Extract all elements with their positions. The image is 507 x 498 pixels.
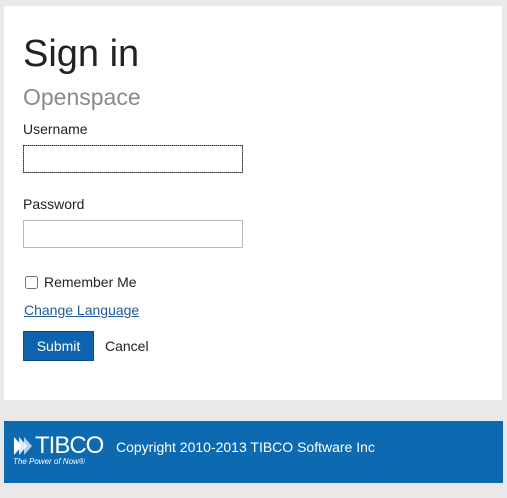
cancel-link[interactable]: Cancel [105, 338, 149, 354]
sign-in-panel: Sign in Openspace Username Password Reme… [4, 6, 502, 400]
page-subtitle: Openspace [23, 84, 141, 110]
submit-button[interactable]: Submit [23, 331, 94, 361]
logo-tagline: The Power of Now® [13, 457, 85, 466]
logo-wordmark: TIBCO [35, 432, 104, 459]
remember-me-checkbox[interactable] [25, 275, 38, 289]
page-title: Sign in [23, 33, 140, 75]
copyright-text: Copyright 2010-2013 TIBCO Software Inc [116, 439, 375, 455]
tibco-logo-icon [14, 437, 32, 455]
remember-me-row[interactable]: Remember Me [25, 274, 137, 290]
footer-bar: TIBCO The Power of Now® Copyright 2010-2… [4, 421, 503, 483]
username-label: Username [23, 121, 88, 137]
password-field[interactable] [23, 220, 243, 248]
change-language-link[interactable]: Change Language [24, 302, 139, 318]
username-field[interactable] [23, 145, 243, 173]
remember-me-label: Remember Me [44, 274, 137, 290]
password-label: Password [23, 196, 85, 212]
tibco-logo: TIBCO The Power of Now® [13, 433, 108, 471]
